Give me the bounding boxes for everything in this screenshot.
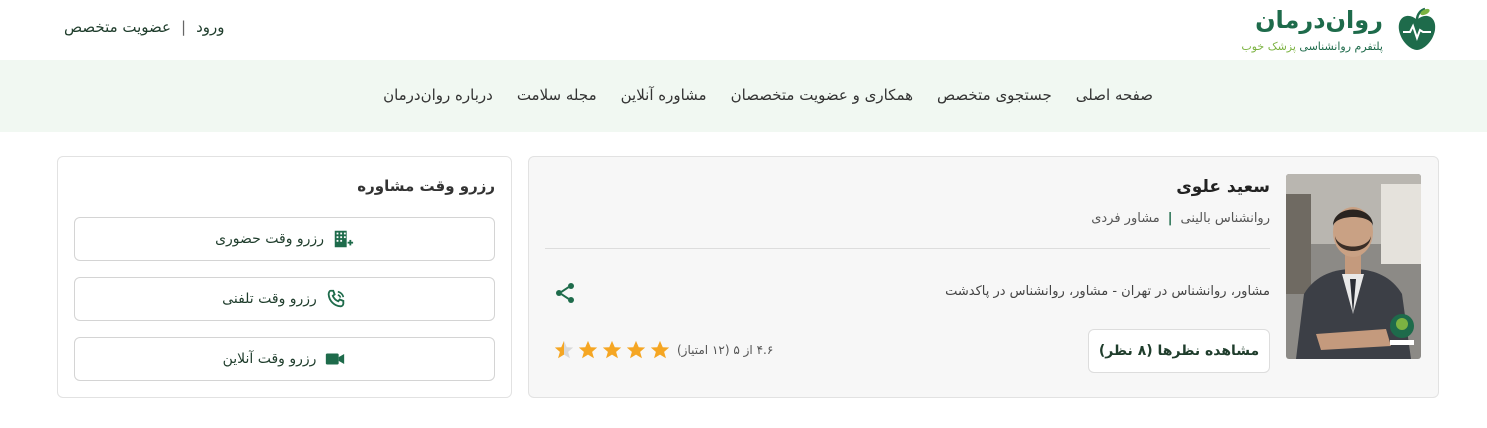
role-primary: روانشناس بالینی xyxy=(1180,211,1271,226)
book-in-person-button[interactable]: رزرو وقت حضوری xyxy=(74,217,495,261)
divider xyxy=(545,248,1270,249)
heart-apple-icon xyxy=(1398,7,1436,50)
profile-card: سعید علوی روانشناس بالینی | مشاور فردی م… xyxy=(528,156,1439,398)
nav-bar: صفحه اصلی جستجوی متخصص همکاری و عضویت مت… xyxy=(0,60,1487,132)
nav-item-online[interactable]: مشاوره آنلاین xyxy=(621,86,707,104)
nav-item-about[interactable]: درباره روان‌درمان xyxy=(383,86,493,104)
star-icon xyxy=(554,340,574,359)
logo-subtitle: پلتفرم روانشناسی پزشک خوب xyxy=(1241,40,1383,53)
doctor-description: مشاور، روانشناس در تهران - مشاور، روانشن… xyxy=(945,284,1270,299)
share-icon[interactable] xyxy=(553,281,577,305)
logo-title: روان‌درمان xyxy=(1255,6,1383,34)
book-phone-label: رزرو وقت تلفنی xyxy=(222,291,317,307)
doctor-photo xyxy=(1286,174,1421,359)
membership-link[interactable]: عضویت متخصص xyxy=(64,18,171,36)
view-reviews-button[interactable]: مشاهده نظرها (۸ نظر) xyxy=(1088,329,1270,373)
rating-text: ۴.۶ از ۵ (۱۲ امتیاز) xyxy=(677,343,774,357)
book-online-label: رزرو وقت آنلاین xyxy=(222,351,317,367)
auth-links: ورود | عضویت متخصص xyxy=(64,18,225,36)
header: ورود | عضویت متخصص روان‌درمان پلتفرم روا… xyxy=(0,0,1487,60)
nav-item-search[interactable]: جستجوی متخصص xyxy=(937,86,1052,104)
doctor-roles: روانشناس بالینی | مشاور فردی xyxy=(1091,211,1270,226)
logo-subtitle-main: پلتفرم روانشناسی xyxy=(1299,40,1383,53)
nav-item-magazine[interactable]: مجله سلامت xyxy=(517,86,597,104)
book-in-person-label: رزرو وقت حضوری xyxy=(215,231,324,247)
book-online-button[interactable]: رزرو وقت آنلاین xyxy=(74,337,495,381)
nav-item-cooperation[interactable]: همکاری و عضویت متخصصان xyxy=(731,86,913,104)
building-add-icon xyxy=(334,230,354,248)
rating-stars xyxy=(553,339,671,361)
star-icon xyxy=(650,340,670,359)
booking-title: رزرو وقت مشاوره xyxy=(357,177,495,195)
role-secondary: مشاور فردی xyxy=(1091,211,1160,226)
star-icon xyxy=(602,340,622,359)
site-logo[interactable]: روان‌درمان پلتفرم روانشناسی پزشک خوب xyxy=(1241,4,1439,56)
booking-card: رزرو وقت مشاوره رزرو وقت حضوری رزرو وقت … xyxy=(57,156,512,398)
nav-item-home[interactable]: صفحه اصلی xyxy=(1076,86,1153,104)
rating: ۴.۶ از ۵ (۱۲ امتیاز) xyxy=(553,339,773,361)
video-camera-icon xyxy=(326,353,345,365)
phone-call-icon xyxy=(327,289,345,308)
star-icon xyxy=(578,340,598,359)
doctor-name: سعید علوی xyxy=(1176,177,1270,197)
auth-separator: | xyxy=(181,18,187,36)
logo-subtitle-accent: پزشک خوب xyxy=(1241,40,1296,53)
book-phone-button[interactable]: رزرو وقت تلفنی xyxy=(74,277,495,321)
login-link[interactable]: ورود xyxy=(196,18,224,36)
main-nav: صفحه اصلی جستجوی متخصص همکاری و عضویت مت… xyxy=(383,86,1153,104)
role-separator: | xyxy=(1167,211,1173,226)
star-icon xyxy=(626,340,646,359)
